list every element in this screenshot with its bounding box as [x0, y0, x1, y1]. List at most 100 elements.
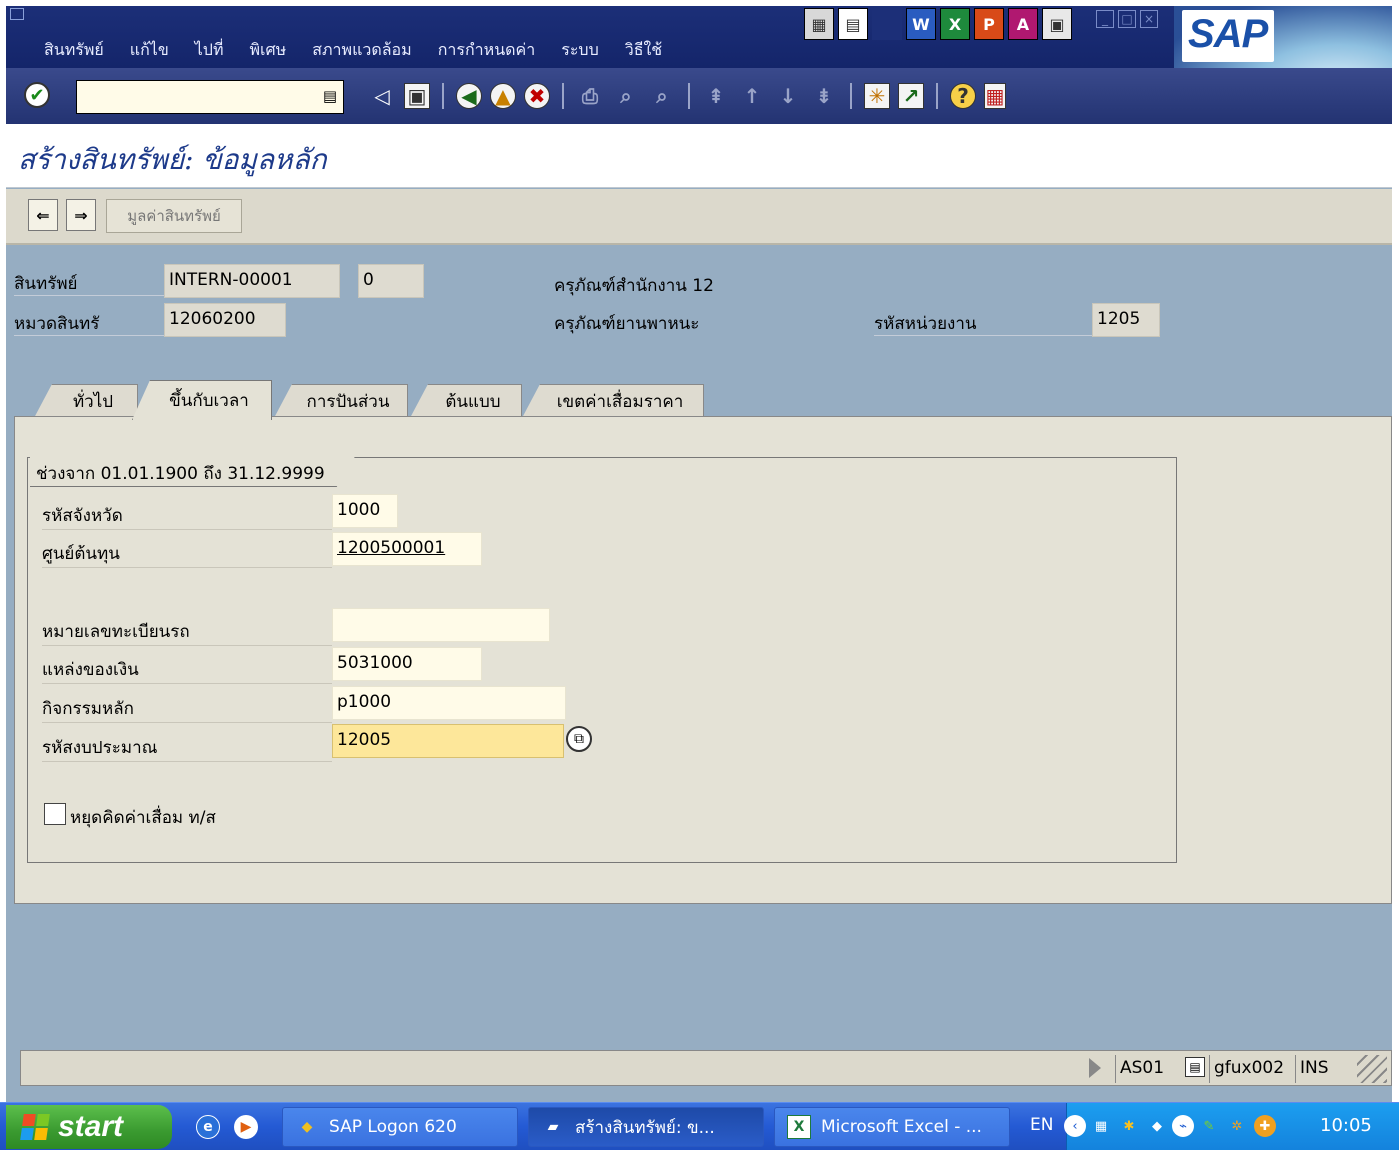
tray-expand-icon[interactable]: ‹	[1064, 1115, 1086, 1137]
asset-number-field[interactable]: INTERN-00001	[164, 264, 340, 298]
word-icon[interactable]: W	[906, 8, 936, 40]
excel-icon[interactable]: X	[940, 8, 970, 40]
tab-depreciation-areas[interactable]: เขตค่าเสื่อมราคา	[522, 384, 704, 418]
close-icon[interactable]: ×	[1140, 10, 1158, 28]
menu-goto[interactable]: ไปที่	[195, 38, 224, 63]
menu-settings[interactable]: การกำหนดค่า	[438, 38, 536, 63]
value-help-icon[interactable]: ⧉	[566, 726, 592, 752]
company-code-label: รหัสหน่วยงาน	[874, 306, 1092, 336]
status-mode: INS	[1295, 1055, 1345, 1083]
task-create-asset[interactable]: ▰ สร้างสินทรัพย์: ข...	[528, 1107, 764, 1147]
resize-grip[interactable]	[1357, 1055, 1387, 1083]
previous-page-icon[interactable]: ↑	[738, 82, 766, 110]
menu-help[interactable]: วิธีใช้	[625, 38, 662, 63]
maximize-icon[interactable]: □	[1118, 10, 1136, 28]
sap-logon-icon: ◆	[301, 1119, 313, 1135]
shutdown-checkbox[interactable]	[44, 803, 66, 825]
print-icon[interactable]: ⎙	[576, 82, 604, 110]
asset-subnumber-field[interactable]: 0	[358, 264, 424, 298]
tray-app-icon[interactable]: ◆	[1146, 1115, 1168, 1137]
asset-class-description: ครุภัณฑ์ยานพาหนะ	[554, 314, 700, 334]
sap-window: สินทรัพย์ แก้ไข ไปที่ พิเศษ สภาพแวดล้อม …	[6, 6, 1392, 1102]
separator	[688, 83, 690, 109]
cancel-icon[interactable]: ✖	[524, 83, 550, 109]
menu-edit[interactable]: แก้ไข	[130, 38, 169, 63]
collapse-icon[interactable]: ◁	[368, 82, 396, 110]
fund-input[interactable]: 5031000	[332, 647, 482, 681]
back-icon[interactable]: ◀	[456, 83, 482, 109]
tab-content: ช่วงจาก 01.01.1900 ถึง 31.12.9999 รหัสจั…	[14, 416, 1392, 904]
tray-utility-icon[interactable]: ✲	[1226, 1115, 1248, 1137]
first-page-icon[interactable]: ⇞	[702, 82, 730, 110]
minimize-icon[interactable]: _	[1096, 10, 1114, 28]
find-icon[interactable]: ⌕	[612, 82, 640, 110]
graphics-icon[interactable]: ▣	[1042, 8, 1072, 40]
budget-code-input[interactable]: 12005	[332, 724, 564, 758]
start-label: start	[58, 1110, 124, 1143]
enter-button[interactable]: ✔	[24, 82, 50, 108]
task-sap-logon[interactable]: ◆ SAP Logon 620	[282, 1107, 518, 1147]
layout-icon[interactable]: ▦	[804, 8, 834, 40]
next-asset-icon[interactable]: ⇒	[66, 199, 96, 231]
language-indicator[interactable]: EN	[1030, 1115, 1053, 1135]
start-button[interactable]: start	[6, 1105, 172, 1149]
separator	[936, 83, 938, 109]
tab-origin[interactable]: ต้นแบบ	[410, 384, 522, 418]
menu-environment[interactable]: สภาพแวดล้อม	[312, 38, 412, 63]
tab-time-dependent[interactable]: ขึ้นกับเวลา	[132, 380, 272, 420]
command-history-icon[interactable]: ▤	[323, 87, 337, 105]
asset-values-button[interactable]: มูลค่าสินทรัพย์	[106, 199, 242, 233]
tray-tool-icon[interactable]: ✎	[1198, 1115, 1220, 1137]
system-info-icon[interactable]: ▤	[1185, 1057, 1205, 1077]
media-player-icon[interactable]: ▶	[234, 1115, 258, 1139]
menu-system[interactable]: ระบบ	[561, 38, 599, 63]
task-excel[interactable]: X Microsoft Excel - ...	[774, 1107, 1010, 1147]
asset-description: ครุภัณฑ์สำนักงาน 12	[554, 276, 714, 296]
separator	[442, 83, 444, 109]
asset-class-field[interactable]: 12060200	[164, 303, 286, 337]
layout-menu-icon[interactable]: ▦	[984, 83, 1006, 109]
save-icon[interactable]: ▣	[404, 83, 430, 109]
separator	[872, 8, 902, 40]
functional-area-input[interactable]: p1000	[332, 686, 566, 720]
previous-asset-icon[interactable]: ⇐	[28, 199, 58, 231]
budget-code-label: รหัสงบประมาณ	[42, 728, 332, 762]
asset-label: สินทรัพย์	[14, 266, 164, 296]
find-next-icon[interactable]: ⌕	[648, 82, 676, 110]
security-alert-icon[interactable]: ✱	[1118, 1115, 1140, 1137]
sap-gui-icon: ▰	[547, 1119, 559, 1135]
menu-items: สินทรัพย์ แก้ไข ไปที่ พิเศษ สภาพแวดล้อม …	[44, 38, 662, 63]
license-plate-input[interactable]	[332, 608, 550, 642]
functional-area-label: กิจกรรมหลัก	[42, 689, 332, 723]
powerpoint-icon[interactable]: P	[974, 8, 1004, 40]
separator	[850, 83, 852, 109]
status-server: gfux002	[1209, 1055, 1293, 1083]
taskbar: start e ▶ ◆ SAP Logon 620 ▰ สร้างสินทรัพ…	[0, 1102, 1399, 1150]
business-area-input[interactable]: 1000	[332, 494, 398, 528]
tray-monitor-icon[interactable]: ⌁	[1172, 1115, 1194, 1137]
cost-center-input[interactable]: 1200500001	[332, 532, 482, 566]
system-menu-icon[interactable]	[10, 8, 24, 20]
page-title: สร้างสินทรัพย์: ข้อมูลหลัก	[18, 143, 327, 176]
tab-allocations[interactable]: การปันส่วน	[274, 384, 408, 418]
company-code-field[interactable]: 1205	[1092, 303, 1160, 337]
status-expand-icon[interactable]	[1089, 1058, 1101, 1078]
new-session-icon[interactable]: ✳	[864, 83, 890, 109]
network-icon[interactable]: ▦	[1090, 1115, 1112, 1137]
shortcut-icon[interactable]: ↗	[898, 83, 924, 109]
menu-asset[interactable]: สินทรัพย์	[44, 38, 104, 63]
internet-explorer-icon[interactable]: e	[196, 1115, 220, 1139]
exit-icon[interactable]: ▲	[490, 83, 516, 109]
command-field[interactable]: ▤	[76, 80, 344, 114]
status-transaction: AS01	[1115, 1055, 1185, 1083]
help-icon[interactable]: ?	[950, 83, 976, 109]
tray-sync-icon[interactable]: ✚	[1254, 1115, 1276, 1137]
tab-general[interactable]: ทั่วไป	[34, 384, 138, 418]
group-title: ช่วงจาก 01.01.1900 ถึง 31.12.9999	[30, 457, 355, 487]
last-page-icon[interactable]: ⇟	[810, 82, 838, 110]
office-integration-toolbar: ▦ ▤ W X P A ▣	[804, 8, 1072, 40]
menu-extras[interactable]: พิเศษ	[250, 38, 287, 63]
document-icon[interactable]: ▤	[838, 8, 868, 40]
access-icon[interactable]: A	[1008, 8, 1038, 40]
next-page-icon[interactable]: ↓	[774, 82, 802, 110]
